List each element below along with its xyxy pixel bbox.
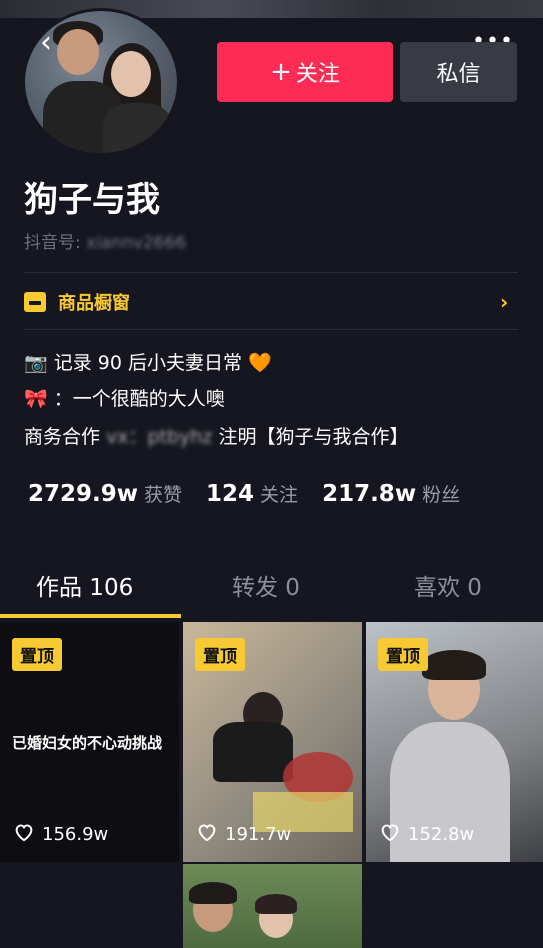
divider — [24, 272, 518, 273]
follow-label: 关注 — [295, 62, 340, 87]
camera-icon: 📷 — [24, 352, 48, 374]
likes-label: 获赞 — [144, 484, 183, 506]
pinned-badge: 置顶 — [378, 638, 428, 671]
profile-tabs: 作品 106 转发 0 喜欢 0 — [0, 560, 543, 620]
back-icon[interactable]: ‹ — [40, 28, 70, 58]
heart-icon — [380, 823, 400, 846]
profile-name: 狗子与我 — [24, 180, 160, 220]
video-likes: 191.7w — [197, 823, 291, 846]
message-button[interactable]: 私信 — [400, 42, 517, 102]
message-label: 私信 — [436, 62, 481, 87]
heart-icon — [14, 823, 34, 846]
video-grid: 置顶 已婚妇女的不心动挑战 156.9w 置顶 191.7w 置顶 152.8w — [0, 620, 543, 948]
shop-label: 商品橱窗 — [58, 293, 130, 314]
bio-line-3: 商务合作 vx：ptbyhz 注明【狗子与我合作】 — [24, 426, 409, 448]
video-likes: 152.8w — [380, 823, 474, 846]
plus-icon: + — [270, 57, 292, 87]
fans-count[interactable]: 217.8w — [322, 481, 416, 507]
video-tile[interactable]: 置顶 已婚妇女的不心动挑战 156.9w — [0, 622, 179, 862]
follow-button[interactable]: + 关注 — [217, 42, 393, 102]
pinned-badge: 置顶 — [12, 638, 62, 671]
profile-stats: 2729.9w 获赞 124 关注 217.8w 粉丝 — [28, 480, 484, 507]
douyin-id-label: 抖音号: — [24, 233, 81, 253]
bio-line-2: 🎀 ：一个很酷的大人噢 — [24, 388, 225, 410]
divider — [24, 329, 518, 330]
shop-window-entry[interactable]: 商品橱窗 — [24, 288, 130, 316]
pinned-badge: 置顶 — [195, 638, 245, 671]
likes-count: 2729.9w — [28, 481, 139, 507]
bio-line-1: 📷 记录 90 后小夫妻日常 🧡 — [24, 352, 272, 374]
video-tile[interactable] — [183, 864, 362, 948]
douyin-id: 抖音号: xiannv2666 — [24, 228, 186, 253]
tab-underline — [0, 614, 181, 618]
shop-icon — [24, 292, 46, 312]
douyin-id-value: xiannv2666 — [86, 233, 187, 253]
tab-liked[interactable]: 喜欢 0 — [414, 568, 482, 602]
ribbon-icon: 🎀 — [24, 388, 48, 410]
video-tile[interactable]: 置顶 152.8w — [366, 622, 543, 862]
following-label[interactable]: 关注 — [260, 480, 298, 507]
heart-emoji-icon: 🧡 — [248, 352, 272, 374]
video-caption: 已婚妇女的不心动挑战 — [12, 734, 163, 752]
fans-label[interactable]: 粉丝 — [422, 480, 460, 507]
heart-icon — [197, 823, 217, 846]
tab-reposts[interactable]: 转发 0 — [232, 568, 300, 602]
tab-works[interactable]: 作品 106 — [36, 568, 133, 602]
chevron-right-icon[interactable]: › — [500, 290, 508, 314]
video-tile[interactable]: 置顶 191.7w — [183, 622, 362, 862]
video-likes: 156.9w — [14, 823, 108, 846]
following-count[interactable]: 124 — [206, 481, 254, 507]
